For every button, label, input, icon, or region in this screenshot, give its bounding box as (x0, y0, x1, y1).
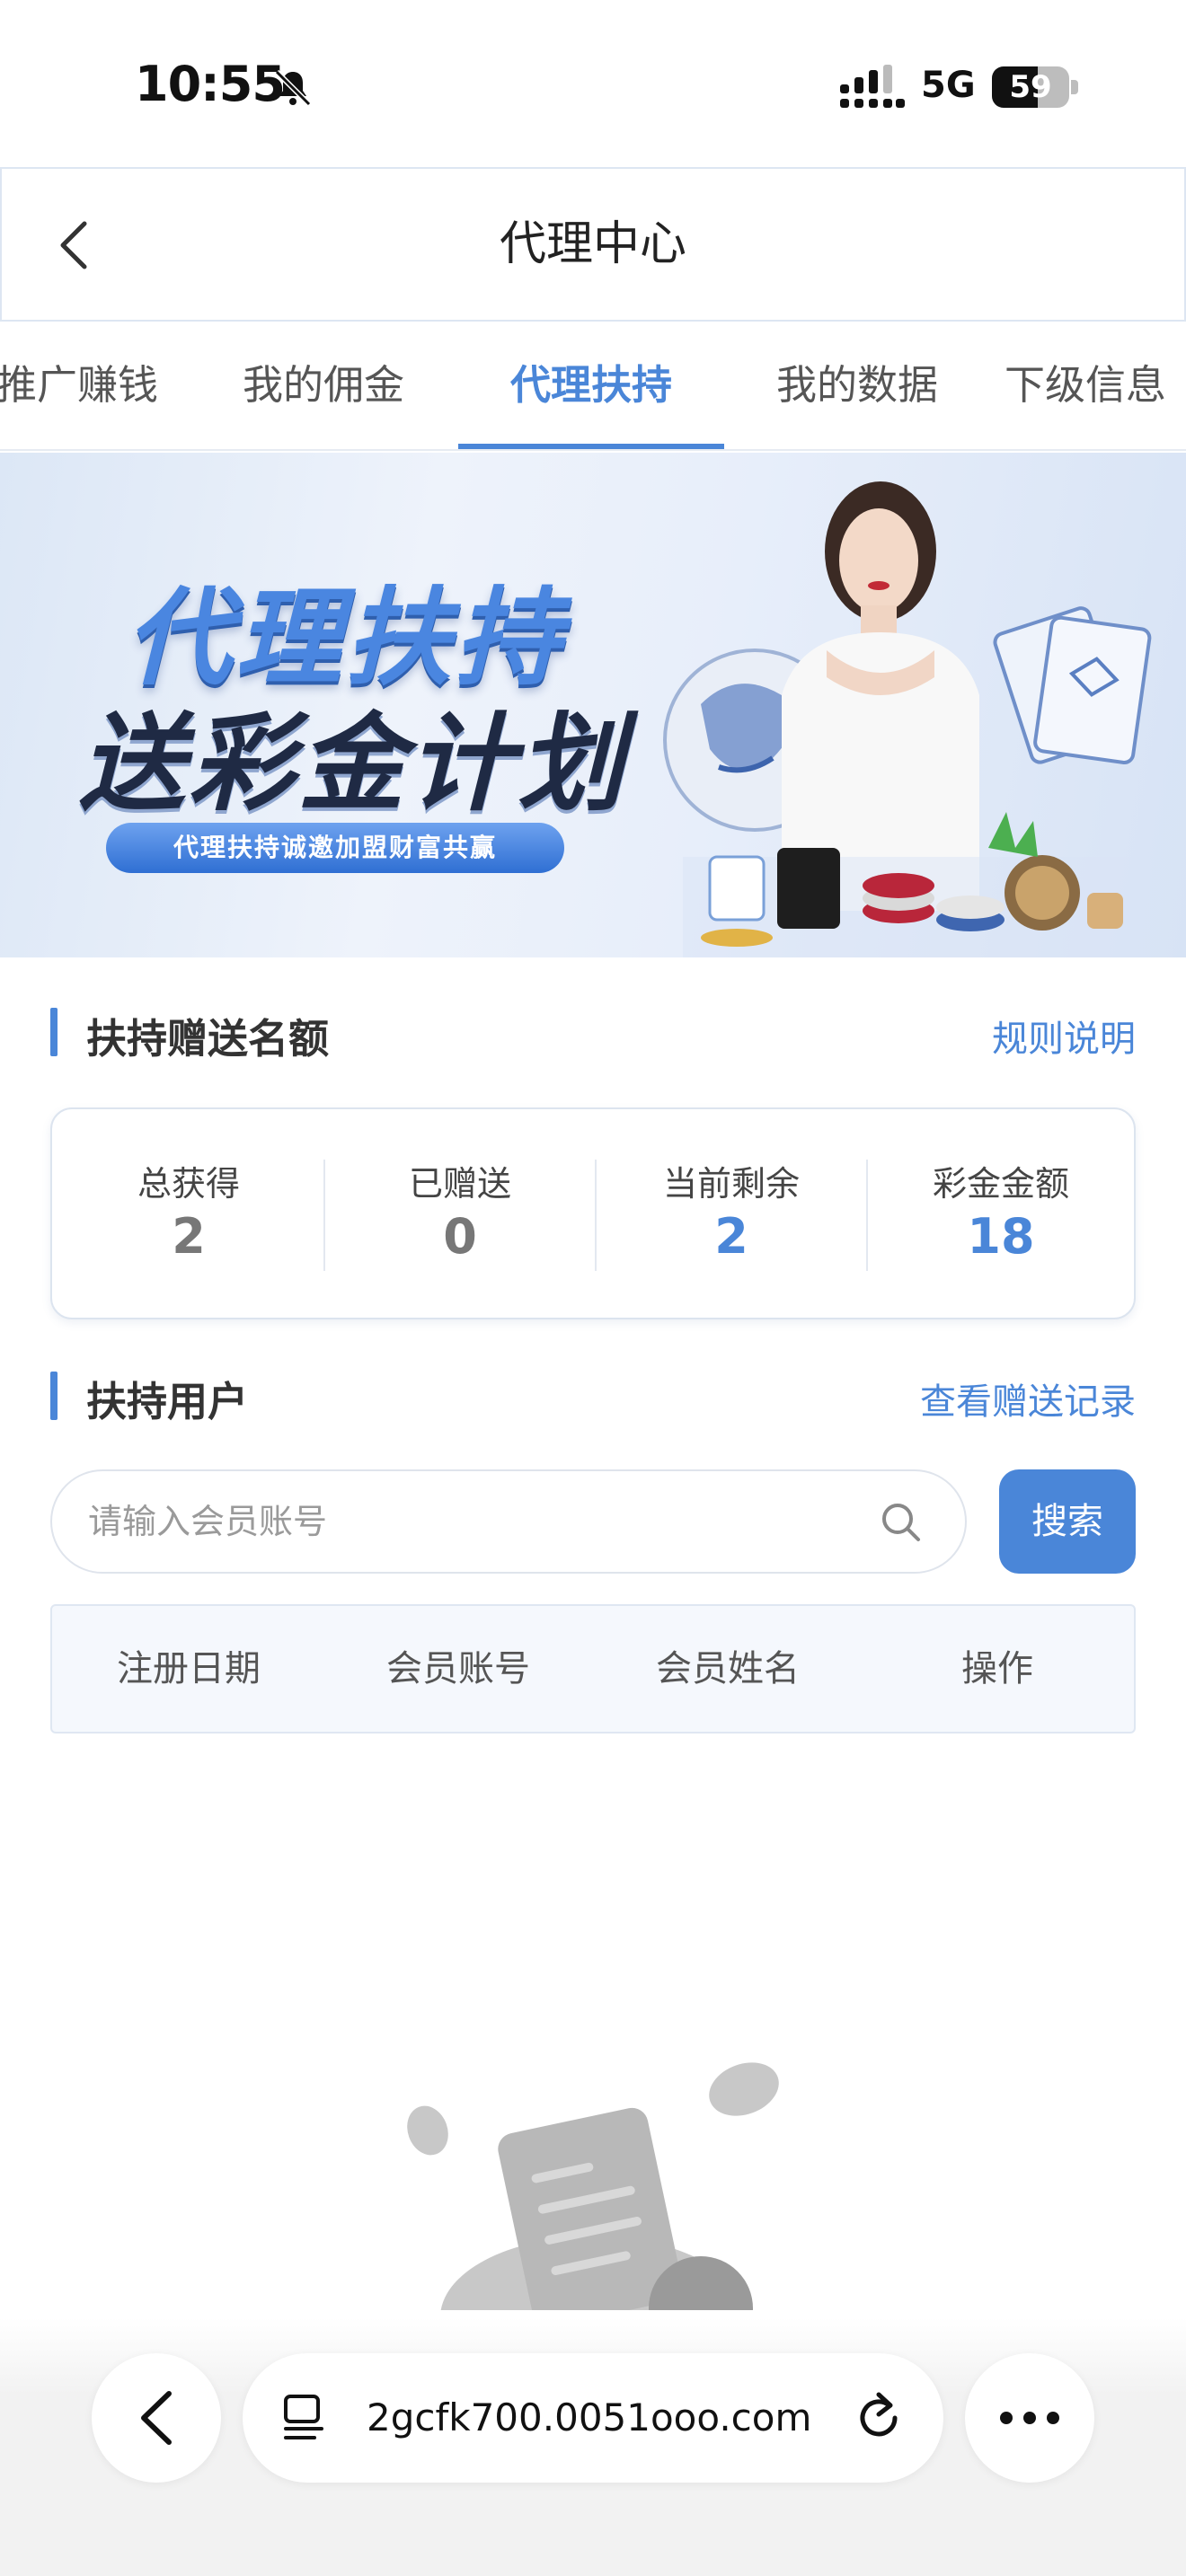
signal-icon (840, 65, 905, 108)
quota-section-title: 扶持赠送名额 (86, 1015, 330, 1063)
stat-bonus-amount: 彩金金额 18 (866, 1109, 1136, 1318)
view-gift-records-link[interactable]: 查看赠送记录 (827, 1372, 1136, 1425)
url-text: 2gcfk700.0051ooo.com (367, 2395, 812, 2439)
rules-link[interactable]: 规则说明 (898, 1010, 1136, 1062)
column-header-register-date: 注册日期 (117, 1648, 261, 1689)
status-time: 10:55 (135, 56, 286, 112)
table-header: 注册日期 会员账号 会员姓名 操作 (50, 1604, 1136, 1734)
network-type: 5G (921, 65, 976, 106)
tab-bar: 推广赚钱 我的佣金 代理扶持 我的数据 下级信息 (0, 322, 1186, 451)
address-bar[interactable]: 2gcfk700.0051ooo.com (243, 2353, 943, 2483)
chevron-left-icon (141, 2391, 172, 2445)
tab-promote[interactable]: 推广赚钱 (0, 322, 167, 449)
more-dots-icon (1000, 2412, 1059, 2424)
bell-muted-icon (274, 69, 312, 107)
column-header-member-account: 会员账号 (386, 1648, 530, 1689)
stat-remaining: 当前剩余 2 (597, 1109, 866, 1318)
tab-agent-support[interactable]: 代理扶持 (458, 322, 724, 449)
member-account-input[interactable] (88, 1471, 879, 1572)
page-header: 代理中心 (0, 167, 1186, 322)
users-section-title: 扶持用户 (86, 1378, 249, 1425)
promo-banner[interactable]: 代理扶持 送彩金计划 代理扶持诚邀加盟财富共赢 (0, 453, 1186, 957)
section-accent-bar (50, 1008, 58, 1056)
back-button[interactable] (38, 205, 110, 286)
banner-tagline: 代理扶持诚邀加盟财富共赢 (106, 823, 564, 873)
stat-label: 已赠送 (408, 1164, 511, 1204)
column-header-actions: 操作 (961, 1648, 1033, 1689)
search-button[interactable]: 搜索 (999, 1469, 1136, 1574)
column-header-member-name: 会员姓名 (656, 1648, 800, 1689)
more-options-button[interactable] (965, 2353, 1094, 2483)
stat-label: 总获得 (137, 1164, 240, 1204)
banner-title-line2: 送彩金计划 (79, 701, 628, 825)
active-tab-indicator (458, 444, 724, 449)
reload-icon[interactable] (852, 2391, 906, 2445)
stat-value: 2 (714, 1208, 748, 1265)
chevron-left-icon (60, 221, 87, 269)
search-box (50, 1469, 967, 1574)
search-icon[interactable] (879, 1500, 924, 1545)
stat-value: 18 (967, 1208, 1035, 1265)
stat-value: 0 (443, 1208, 477, 1265)
tab-my-data[interactable]: 我的数据 (724, 322, 990, 449)
page-title: 代理中心 (499, 217, 686, 271)
browser-back-button[interactable] (92, 2353, 221, 2483)
battery-level: 59 (1009, 69, 1052, 105)
tab-subordinate-info[interactable]: 下级信息 (1005, 322, 1186, 449)
quota-stats-card: 总获得 2 已赠送 0 当前剩余 2 彩金金额 18 (50, 1107, 1136, 1319)
page-menu-icon[interactable] (279, 2393, 329, 2443)
battery-icon: 59 (992, 66, 1078, 108)
stat-total-received: 总获得 2 (54, 1109, 323, 1318)
stat-value: 2 (172, 1208, 206, 1265)
section-accent-bar (50, 1372, 58, 1420)
status-bar: 10:55 5G 59 (0, 0, 1186, 171)
stat-given: 已赠送 0 (325, 1109, 595, 1318)
tab-commission[interactable]: 我的佣金 (190, 322, 456, 449)
empty-state-illustration (407, 2062, 779, 2310)
banner-illustration (663, 481, 1152, 957)
stat-label: 当前剩余 (662, 1164, 800, 1204)
stat-label: 彩金金额 (932, 1164, 1069, 1204)
